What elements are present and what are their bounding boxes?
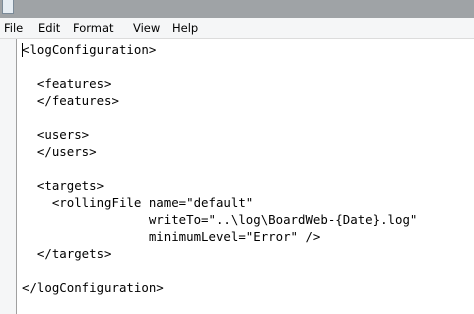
menu-bar: File Edit Format View Help	[0, 18, 474, 39]
menu-view[interactable]: View	[133, 21, 160, 35]
code-line: <features>	[22, 76, 112, 91]
notepad-icon	[2, 0, 14, 14]
code-line: </logConfiguration>	[22, 280, 164, 295]
editor-content: <logConfiguration> <features> </features…	[22, 41, 417, 296]
window-left-edge	[0, 39, 16, 314]
code-line: minimumLevel="Error" />	[22, 229, 321, 244]
code-line: </users>	[22, 144, 97, 159]
menu-format[interactable]: Format	[73, 21, 114, 35]
title-bar	[0, 0, 474, 18]
menu-edit[interactable]: Edit	[38, 21, 60, 35]
code-line: writeTo="..\log\BoardWeb-{Date}.log"	[22, 212, 418, 227]
code-line: <users>	[22, 127, 90, 142]
code-line: <rollingFile name="default"	[22, 195, 254, 210]
code-line: <targets>	[22, 178, 105, 193]
code-line: </features>	[22, 93, 119, 108]
menu-file[interactable]: File	[4, 21, 23, 35]
menu-help[interactable]: Help	[172, 21, 198, 35]
text-editor-area[interactable]: <logConfiguration> <features> </features…	[16, 39, 474, 314]
code-line: </targets>	[22, 246, 112, 261]
code-line: <logConfiguration>	[22, 42, 157, 57]
